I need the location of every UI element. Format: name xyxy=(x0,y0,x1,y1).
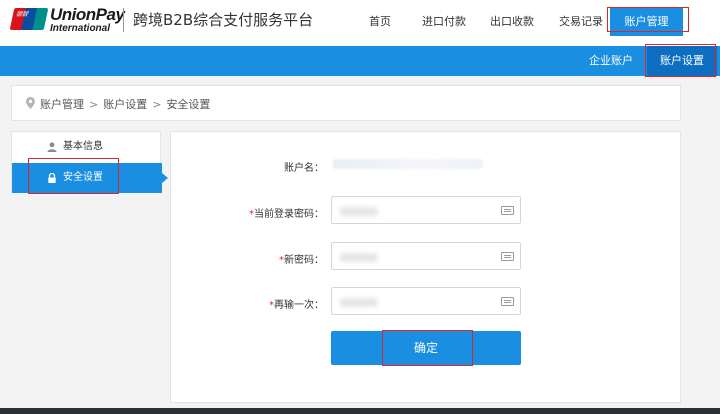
footer-bar xyxy=(0,408,720,414)
brand-name: UnionPay xyxy=(50,5,125,24)
sidebar-item-basic-info[interactable]: 基本信息 xyxy=(12,132,162,162)
masked-value xyxy=(340,253,378,262)
nav-item-transactions[interactable]: 交易记录 xyxy=(549,8,613,36)
account-name-value xyxy=(333,159,483,169)
user-icon xyxy=(47,142,57,152)
unionpay-badge: 银联 xyxy=(9,8,49,30)
location-pin-icon xyxy=(26,97,35,109)
current-password-input[interactable] xyxy=(331,196,521,224)
breadcrumb-item-account-settings[interactable]: 账户设置 xyxy=(103,98,147,111)
subnav-item-enterprise-account[interactable]: 企业账户 xyxy=(580,46,642,76)
sidebar-item-label: 基本信息 xyxy=(63,141,103,152)
breadcrumb-separator: > xyxy=(152,98,162,111)
nav-item-export-collection[interactable]: 出口收款 xyxy=(480,8,544,36)
platform-title: 跨境B2B综合支付服务平台 xyxy=(133,11,314,29)
sidebar-item-security-settings[interactable]: 安全设置 xyxy=(12,163,168,193)
sidebar-item-label: 安全设置 xyxy=(63,172,103,183)
repeat-password-input[interactable] xyxy=(331,287,521,315)
breadcrumb-item-account-management[interactable]: 账户管理 xyxy=(40,98,84,111)
security-settings-form: 账户名： *当前登录密码： *新密码： *再输一次： 确定 xyxy=(170,131,681,403)
nav-item-account-management[interactable]: 账户管理 xyxy=(610,8,683,36)
breadcrumb-separator: > xyxy=(89,98,99,111)
account-name-label: 账户名： xyxy=(284,163,324,174)
keyboard-icon[interactable] xyxy=(501,206,514,215)
header-divider xyxy=(123,8,124,32)
repeat-password-label: *再输一次： xyxy=(269,300,324,311)
breadcrumb-trail: 账户管理 > 账户设置 > 安全设置 xyxy=(40,96,210,112)
subnav-item-account-settings[interactable]: 账户设置 xyxy=(647,46,717,76)
settings-sidebar: 基本信息 安全设置 xyxy=(11,131,168,193)
nav-item-home[interactable]: 首页 xyxy=(356,8,404,36)
keyboard-icon[interactable] xyxy=(501,297,514,306)
breadcrumb: 账户管理 > 账户设置 > 安全设置 xyxy=(11,85,681,121)
masked-value xyxy=(340,298,378,307)
keyboard-icon[interactable] xyxy=(501,252,514,261)
top-header: 银联 UnionPay International 跨境B2B综合支付服务平台 … xyxy=(0,0,720,46)
breadcrumb-item-security-settings: 安全设置 xyxy=(166,98,211,111)
lock-icon xyxy=(48,173,56,183)
brand-subtitle: International xyxy=(50,23,111,34)
current-password-label: *当前登录密码： xyxy=(249,209,324,220)
new-password-input[interactable] xyxy=(331,242,521,270)
masked-value xyxy=(340,207,378,216)
sub-nav-bar: 企业账户 账户设置 xyxy=(0,46,720,76)
nav-item-import-payment[interactable]: 进口付款 xyxy=(412,8,476,36)
new-password-label: *新密码： xyxy=(279,255,324,266)
unionpay-logo[interactable]: 银联 UnionPay International xyxy=(9,5,125,35)
confirm-button[interactable]: 确定 xyxy=(331,331,521,365)
